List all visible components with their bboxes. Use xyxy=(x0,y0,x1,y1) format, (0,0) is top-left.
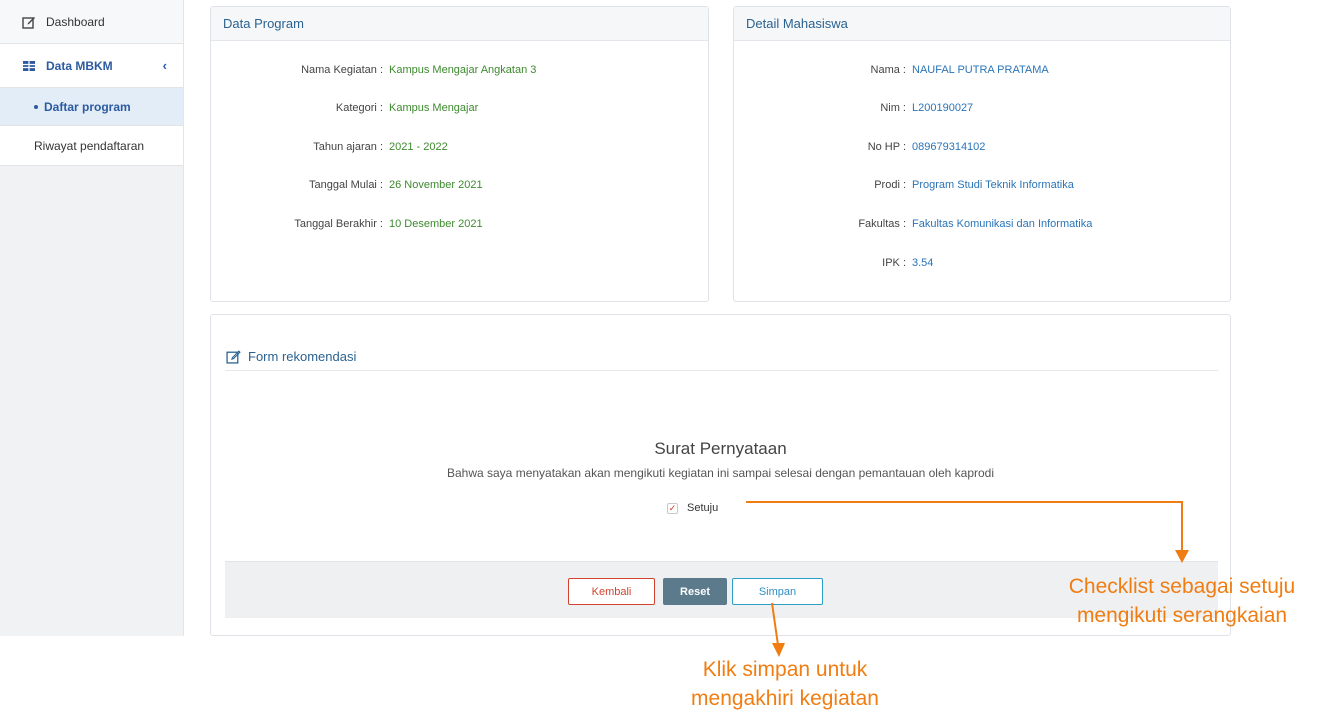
form-title-label: Form rekomendasi xyxy=(248,349,357,364)
info-label: Tanggal Mulai : xyxy=(309,179,383,191)
detail-mahasiswa-panel: Detail Mahasiswa Nama : NAUFAL PUTRA PRAT… xyxy=(733,6,1231,302)
form-title: Form rekomendasi xyxy=(226,349,356,364)
info-value: Kampus Mengajar Angkatan 3 xyxy=(389,64,537,76)
sidebar-item-label: Dashboard xyxy=(46,14,105,29)
info-row: Nim : L200190027 xyxy=(734,102,973,114)
edit-icon xyxy=(226,349,241,364)
sidebar-item-label: Riwayat pendaftaran xyxy=(34,138,145,153)
sidebar: Dashboard Data MBKM ‹ Daftar program Riw… xyxy=(0,0,184,636)
annotation-checklist: Checklist sebagai setuju mengikuti seran… xyxy=(1026,572,1338,630)
panel-title: Detail Mahasiswa xyxy=(734,7,1230,41)
info-label: IPK : xyxy=(882,257,906,269)
info-row: Tahun ajaran : 2021 - 2022 xyxy=(211,141,448,153)
sidebar-item-daftar-program[interactable]: Daftar program xyxy=(0,88,183,126)
info-label: Prodi : xyxy=(874,179,906,191)
info-label: Nim : xyxy=(880,102,906,114)
info-row: Prodi : Program Studi Teknik Informatika xyxy=(734,179,1074,191)
grid-icon xyxy=(22,59,36,73)
sidebar-item-riwayat-pendaftaran[interactable]: Riwayat pendaftaran xyxy=(0,126,183,166)
info-value: Program Studi Teknik Informatika xyxy=(912,179,1074,191)
info-value: 2021 - 2022 xyxy=(389,141,448,153)
info-label: Nama Kegiatan : xyxy=(301,64,383,76)
info-value: 10 Desember 2021 xyxy=(389,218,483,230)
info-label: Tahun ajaran : xyxy=(313,141,383,153)
sidebar-item-dashboard[interactable]: Dashboard xyxy=(0,0,183,44)
edit-icon xyxy=(22,15,36,29)
info-label: Tanggal Berakhir : xyxy=(294,218,383,230)
info-row: Nama Kegiatan : Kampus Mengajar Angkatan … xyxy=(211,64,536,76)
info-value: NAUFAL PUTRA PRATAMA xyxy=(912,64,1049,76)
info-value: 089679314102 xyxy=(912,141,986,153)
info-label: No HP : xyxy=(867,141,906,153)
annotation-line: Checklist sebagai setuju xyxy=(1068,575,1296,598)
data-program-panel: Data Program Nama Kegiatan : Kampus Menga… xyxy=(210,6,709,302)
divider xyxy=(225,370,1218,371)
info-value: 3.54 xyxy=(912,257,934,269)
surat-pernyataan-text: Bahwa saya menyatakan akan mengikuti keg… xyxy=(446,466,995,480)
surat-pernyataan-title: Surat Pernyataan xyxy=(654,439,787,458)
info-row: Nama : NAUFAL PUTRA PRATAMA xyxy=(734,64,1049,76)
annotation-line: mengakhiri kegiatan xyxy=(691,687,879,710)
checkmark-icon: ✓ xyxy=(668,502,677,513)
sidebar-item-data-mbkm[interactable]: Data MBKM ‹ xyxy=(0,44,183,88)
info-row: Kategori : Kampus Mengajar xyxy=(211,102,478,114)
info-value: Fakultas Komunikasi dan Informatika xyxy=(912,218,1093,230)
info-label: Fakultas : xyxy=(858,218,906,230)
info-row: Tanggal Berakhir : 10 Desember 2021 xyxy=(211,218,483,230)
reset-button[interactable]: Reset xyxy=(663,578,727,605)
setuju-checkbox-row[interactable]: ✓ Setuju xyxy=(667,502,718,514)
info-value: Kampus Mengajar xyxy=(389,102,479,114)
info-label: Nama : xyxy=(870,64,906,76)
info-row: IPK : 3.54 xyxy=(734,257,933,269)
kembali-button[interactable]: Kembali xyxy=(568,578,655,605)
annotation-line: mengikuti serangkaian xyxy=(1076,604,1288,627)
setuju-checkbox[interactable]: ✓ xyxy=(667,502,678,514)
chevron-left-icon[interactable]: ‹ xyxy=(163,58,167,73)
annotation-simpan: Klik simpan untuk mengakhiri kegiatan xyxy=(640,655,930,713)
annotation-line: Klik simpan untuk xyxy=(702,658,868,681)
info-row: Fakultas : Fakultas Komunikasi dan Inform… xyxy=(734,218,1092,230)
info-row: Tanggal Mulai : 26 November 2021 xyxy=(211,179,483,191)
info-row: No HP : 089679314102 xyxy=(734,141,986,153)
simpan-button[interactable]: Simpan xyxy=(732,578,823,605)
info-value: L200190027 xyxy=(912,102,974,114)
panel-title: Data Program xyxy=(211,7,708,41)
bullet-icon xyxy=(34,104,38,109)
setuju-label[interactable]: Setuju xyxy=(687,502,718,514)
info-label: Kategori : xyxy=(335,102,383,114)
sidebar-item-label: Daftar program xyxy=(44,99,131,114)
sidebar-item-label: Data MBKM xyxy=(46,58,113,73)
info-value: 26 November 2021 xyxy=(389,179,483,191)
